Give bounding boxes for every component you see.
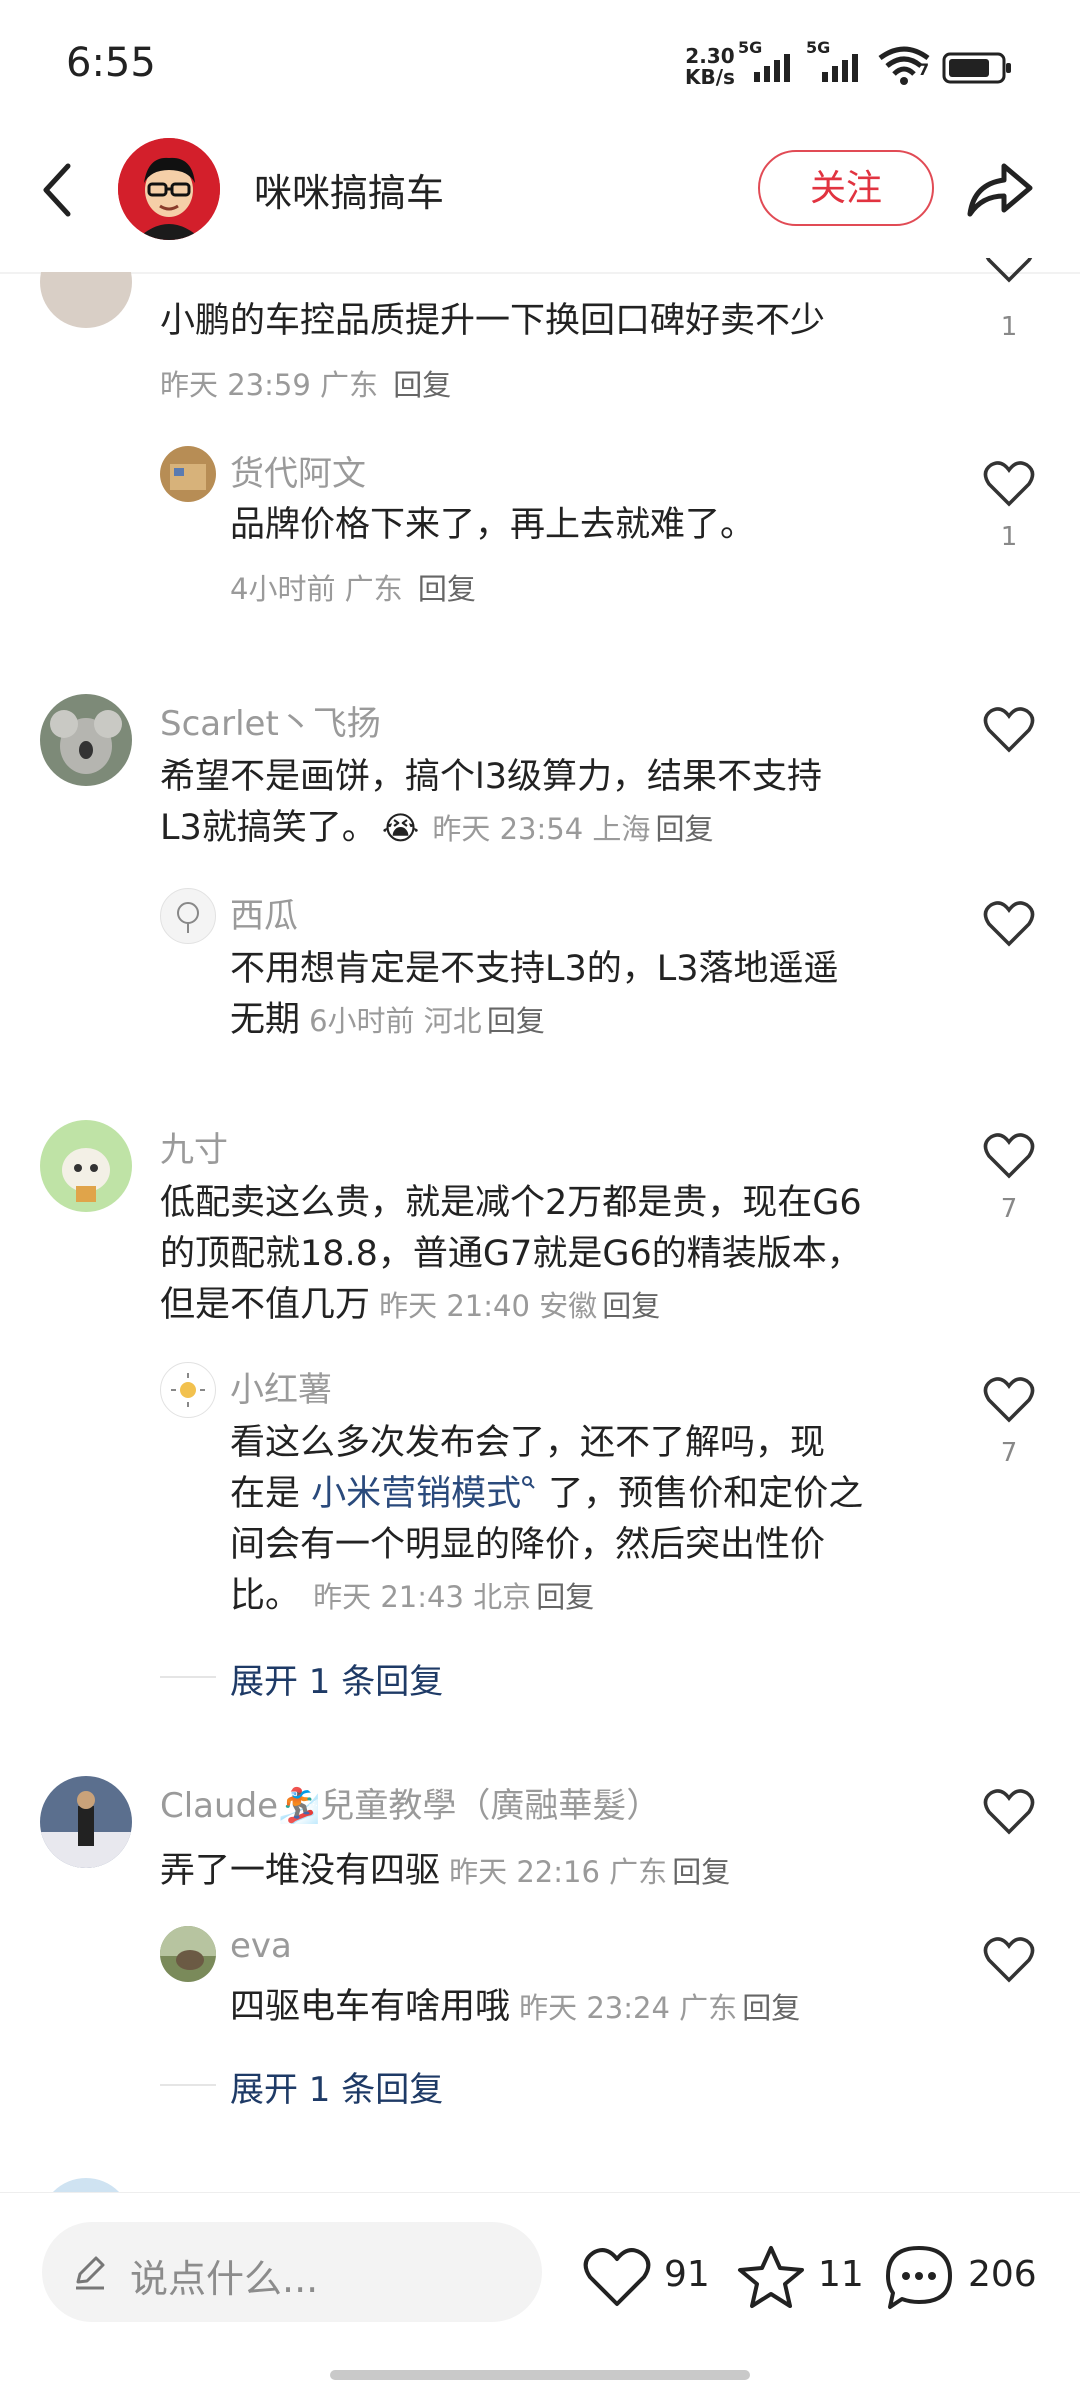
comment-time-location: 昨天 23:54 上海 — [432, 812, 651, 846]
like-count: 1 — [1000, 522, 1018, 552]
reply-text-row: 比。 昨天 21:43 北京 回复 — [230, 1571, 594, 1622]
reply-text-line: 不用想肯定是不支持L3的，L3落地遥遥 — [230, 949, 839, 989]
author-avatar[interactable] — [118, 138, 220, 240]
comment-input-placeholder[interactable]: 说点什么... — [130, 2248, 318, 2303]
home-indicator[interactable] — [330, 2370, 750, 2380]
reply-text-row: 四驱电车有啥用哦 昨天 23:24 广东 回复 — [230, 1982, 800, 2033]
comment-text-line: 的顶配就18.8，普通G7就是G6的精装版本， — [160, 1234, 862, 1274]
reply-text-line: 无期 — [230, 1000, 301, 1040]
reply-text-row: 在是 小米营销模式 了，预售价和定价之 — [230, 1469, 863, 1520]
reply-button[interactable]: 回复 — [742, 1991, 800, 2025]
like-count: 7 — [1000, 1194, 1018, 1224]
commenter-avatar[interactable] — [40, 694, 132, 786]
replier-name[interactable]: 货代阿文 — [230, 446, 366, 495]
comment-text-row: L3就搞笑了。 😭 昨天 23:54 上海 回复 — [160, 803, 713, 854]
reply-button[interactable]: 回复 — [487, 1004, 545, 1038]
comment-text-line: 低配卖这么贵，就是减个2万都是贵，现在G6 — [160, 1183, 862, 1223]
comment-meta: 昨天 23:59 广东 回复 — [160, 362, 451, 404]
like-heart-icon[interactable] — [983, 1936, 1035, 1984]
signal-icon-2 — [822, 54, 858, 82]
comment-text-row: 弄了一堆没有四驱 昨天 22:16 广东 回复 — [160, 1846, 730, 1897]
like-heart-icon[interactable] — [983, 900, 1035, 948]
reply-time-location: 6小时前 河北 — [309, 1004, 482, 1038]
network-speed: 2.30 KB/s — [685, 46, 735, 88]
search-keyword-link[interactable]: 小米营销模式 — [311, 1474, 521, 1514]
expand-divider — [160, 2084, 216, 2086]
pencil-icon — [76, 2256, 105, 2290]
comments-count: 206 — [968, 2254, 1037, 2295]
reply-button[interactable]: 回复 — [393, 368, 451, 402]
replier-name[interactable]: eva — [230, 1926, 292, 1966]
signal-icon-1 — [754, 54, 790, 82]
wifi-badge: 7 — [918, 60, 930, 79]
reply-time-location: 昨天 21:43 北京 — [313, 1580, 532, 1614]
reply-text-segment: 了，预售价和定价之 — [537, 1474, 864, 1514]
replier-name[interactable]: 小红薯 — [230, 1362, 332, 1411]
expand-replies-button[interactable]: 展开 1 条回复 — [230, 1654, 443, 1703]
replier-avatar[interactable] — [160, 446, 216, 502]
author-name[interactable]: 咪咪搞搞车 — [254, 162, 444, 217]
replier-avatar[interactable] — [160, 1362, 216, 1418]
expand-divider — [160, 1676, 216, 1678]
comment-text-line: 希望不是画饼，搞个l3级算力，结果不支持 — [160, 757, 822, 797]
likes-count: 91 — [664, 2254, 710, 2295]
commenter-avatar[interactable] — [40, 1776, 132, 1868]
comment-time-location: 昨天 21:40 安徽 — [379, 1289, 598, 1323]
expand-replies-button[interactable]: 展开 1 条回复 — [230, 2062, 443, 2111]
back-icon[interactable] — [38, 160, 78, 220]
favorite-star-icon[interactable] — [736, 2244, 806, 2310]
reply-text: 四驱电车有啥用哦 — [230, 1987, 511, 2027]
follow-button[interactable]: 关注 — [758, 150, 934, 226]
reply-text-row: 无期 6小时前 河北 回复 — [230, 995, 545, 1046]
reply-button[interactable]: 回复 — [418, 572, 476, 606]
network-speed-unit: KB/s — [685, 65, 735, 89]
like-heart-icon[interactable] — [983, 460, 1035, 508]
reply-button[interactable]: 回复 — [672, 1855, 730, 1889]
network-speed-value: 2.30 — [685, 44, 735, 68]
reply-meta: 4小时前 广东 回复 — [230, 566, 476, 608]
comment-text-row: 但是不值几万 昨天 21:40 安徽 回复 — [160, 1280, 660, 1331]
reply-text: 品牌价格下来了，再上去就难了。 — [230, 505, 756, 545]
reply-text-line: 间会有一个明显的降价，然后突出性价 — [230, 1525, 826, 1565]
comment-text: 弄了一堆没有四驱 — [160, 1851, 441, 1891]
like-heart-icon[interactable] — [582, 2246, 652, 2308]
like-heart-icon[interactable] — [983, 1376, 1035, 1424]
header-divider — [0, 272, 1080, 274]
reply-text-segment: 在是 — [230, 1474, 312, 1514]
replier-avatar[interactable] — [160, 1926, 216, 1982]
like-heart-icon[interactable] — [983, 706, 1035, 754]
comment-time-location: 昨天 23:59 广东 — [160, 368, 379, 402]
status-time: 6:55 — [66, 40, 156, 86]
like-heart-icon[interactable] — [983, 258, 1035, 306]
like-heart-icon[interactable] — [983, 1132, 1035, 1180]
reply-text-line: 比。 — [230, 1576, 301, 1616]
replier-name[interactable]: 西瓜 — [230, 888, 298, 937]
reply-button[interactable]: 回复 — [602, 1289, 660, 1323]
like-count: 7 — [1000, 1438, 1018, 1468]
comment-text-line: L3就搞笑了。 — [160, 808, 377, 848]
comment-text: 小鹏的车控品质提升一下换回口碑好卖不少 — [160, 301, 826, 341]
comment-time-location: 昨天 22:16 广东 — [449, 1855, 668, 1889]
emoji-cry: 😭 — [381, 809, 420, 847]
like-heart-icon[interactable] — [983, 1788, 1035, 1836]
comment-text-line: 但是不值几万 — [160, 1285, 371, 1325]
favorites-count: 11 — [818, 2254, 864, 2295]
like-count: 1 — [1000, 312, 1018, 342]
reply-button[interactable]: 回复 — [536, 1580, 594, 1614]
commenter-name[interactable]: Claude🏂兒童教學（廣融華髮） — [160, 1778, 660, 1827]
reply-time-location: 昨天 23:24 广东 — [519, 1991, 738, 2025]
share-icon[interactable] — [964, 160, 1034, 220]
battery-icon — [942, 52, 1011, 84]
commenter-avatar[interactable] — [40, 1120, 132, 1212]
reply-button[interactable]: 回复 — [655, 812, 713, 846]
comment-bubble-icon[interactable] — [882, 2244, 956, 2312]
commenter-name[interactable]: Scarlet丶飞扬 — [160, 696, 381, 745]
replier-avatar[interactable] — [160, 888, 216, 944]
reply-text-line: 看这么多次发布会了，还不了解吗，现 — [230, 1423, 826, 1463]
commenter-name[interactable]: 九寸 — [160, 1122, 228, 1171]
reply-time-location: 4小时前 广东 — [230, 572, 403, 606]
search-icon — [522, 1476, 535, 1489]
